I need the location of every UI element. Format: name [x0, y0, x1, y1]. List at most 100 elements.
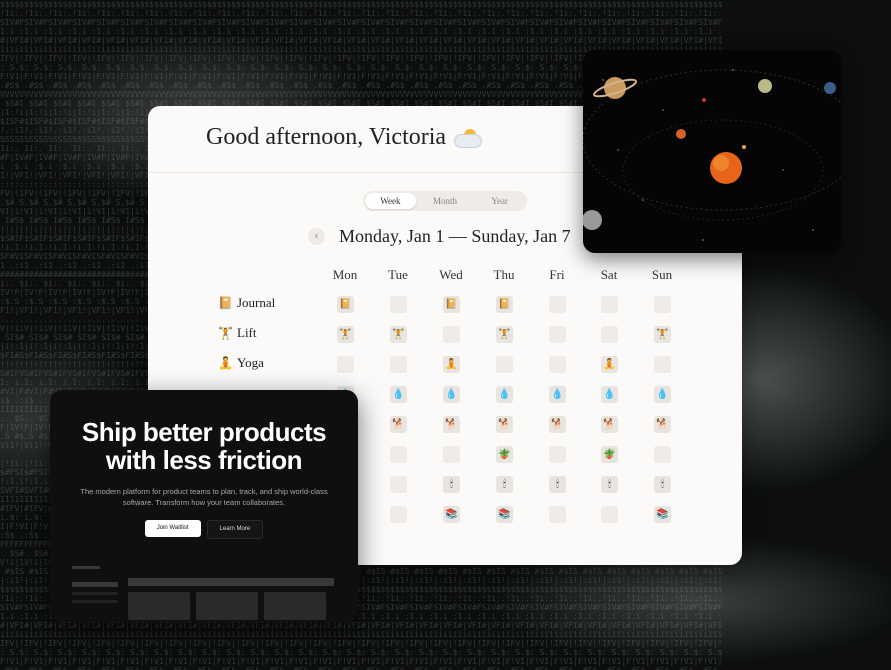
habit-cell[interactable]	[654, 296, 671, 313]
habit-cell[interactable]	[390, 356, 407, 373]
greeting-heading: Good afternoon, Victoria	[206, 124, 483, 151]
habit-cell[interactable]: 📔	[443, 296, 460, 313]
day-header-wed: Wed	[439, 267, 463, 282]
learn-more-button[interactable]: Learn More	[206, 520, 264, 539]
habit-cell[interactable]: 📔	[496, 296, 513, 313]
mars-icon	[676, 129, 686, 139]
habit-label-yoga: 🧘 Yoga	[218, 355, 264, 371]
habit-cell[interactable]: 💧	[654, 386, 671, 403]
mock-toolbar	[128, 578, 334, 586]
habit-cell[interactable]: 🕯	[654, 476, 671, 493]
habit-cell[interactable]	[549, 296, 566, 313]
habit-cell[interactable]: 🏋	[496, 326, 513, 343]
hero-subline: The modern platform for product teams to…	[70, 486, 338, 508]
habit-cell[interactable]	[390, 506, 407, 523]
habit-cell[interactable]: 🧘	[601, 356, 618, 373]
habit-cell[interactable]	[601, 296, 618, 313]
tab-week[interactable]: Week	[365, 193, 416, 209]
habit-cell[interactable]: 🐕	[496, 416, 513, 433]
day-header-fri: Fri	[549, 267, 565, 282]
cta-buttons: Join Waitlist Learn More	[50, 520, 358, 539]
previous-week-button[interactable]: ‹	[308, 228, 325, 245]
habit-cell[interactable]	[549, 446, 566, 463]
habit-cell[interactable]	[390, 476, 407, 493]
habit-cell[interactable]: 🐕	[601, 416, 618, 433]
day-header-sun: Sun	[651, 267, 673, 282]
planets-illustration	[583, 69, 841, 230]
mock-panel-2	[196, 592, 258, 620]
subline-line-2: software. Transform how your team collab…	[122, 498, 286, 507]
mock-sidebar-item	[72, 582, 118, 587]
habit-cell[interactable]: 📚	[496, 506, 513, 523]
solar-system-image	[583, 50, 841, 253]
habit-cell[interactable]: 📚	[654, 506, 671, 523]
habit-cell[interactable]	[496, 356, 513, 373]
habit-cell[interactable]: 🐕	[654, 416, 671, 433]
day-header-mon: Mon	[332, 267, 358, 282]
habit-cell[interactable]	[549, 506, 566, 523]
hero-headline: Ship better products with less friction	[50, 418, 358, 474]
habit-cell[interactable]: 💧	[601, 386, 618, 403]
habit-cell[interactable]	[337, 356, 354, 373]
partly-cloudy-icon	[454, 128, 483, 148]
date-range-label: Monday, Jan 1 — Sunday, Jan 7	[339, 226, 571, 246]
habit-cell[interactable]: 💧	[549, 386, 566, 403]
habit-cell[interactable]: 🕯	[443, 476, 460, 493]
habit-cell[interactable]: 🏋	[654, 326, 671, 343]
habit-cell[interactable]: 🕯	[549, 476, 566, 493]
habit-icon: 🏋	[218, 325, 233, 340]
habit-cell[interactable]: 🪴	[496, 446, 513, 463]
day-header-tue: Tue	[388, 267, 408, 282]
habit-cell[interactable]	[654, 356, 671, 373]
habit-cell[interactable]: 🐕	[443, 416, 460, 433]
mock-sidebar-item-3	[72, 600, 118, 603]
join-waitlist-button[interactable]: Join Waitlist	[144, 520, 201, 537]
mock-panel-1	[128, 592, 190, 620]
habit-name: Lift	[237, 325, 257, 340]
habit-cell[interactable]: 🕯	[601, 476, 618, 493]
habit-cell[interactable]	[549, 356, 566, 373]
habit-cell[interactable]	[601, 506, 618, 523]
headline-line-2: with less friction	[105, 445, 303, 475]
tab-year[interactable]: Year	[474, 193, 525, 209]
moon-icon	[583, 210, 602, 230]
view-switcher: Week Month Year	[363, 191, 527, 211]
habit-cell[interactable]: 🪴	[601, 446, 618, 463]
headline-line-1: Ship better products	[81, 417, 327, 447]
habit-cell[interactable]	[549, 326, 566, 343]
habit-label-lift: 🏋 Lift	[218, 325, 257, 341]
habit-cell[interactable]	[443, 446, 460, 463]
habit-cell[interactable]: 💧	[496, 386, 513, 403]
tab-month[interactable]: Month	[420, 193, 471, 209]
habit-cell[interactable]: 📚	[443, 506, 460, 523]
habit-label-journal: 📔 Journal	[218, 295, 275, 311]
habit-cell[interactable]	[443, 326, 460, 343]
habit-cell[interactable]	[390, 296, 407, 313]
habit-cell[interactable]: 📔	[337, 296, 354, 313]
subline-line-1: The modern platform for product teams to…	[80, 487, 328, 496]
mercury-icon	[702, 98, 706, 102]
habit-cell[interactable]: 🐕	[390, 416, 407, 433]
habit-cell[interactable]: 💧	[443, 386, 460, 403]
venus-icon	[742, 145, 746, 149]
habit-cell[interactable]: 💧	[390, 386, 407, 403]
habit-name: Yoga	[237, 355, 264, 370]
day-header-thu: Thu	[493, 267, 515, 282]
habit-icon: 📔	[218, 295, 233, 310]
mock-logo	[72, 566, 100, 569]
habit-cell[interactable]: 🕯	[496, 476, 513, 493]
habit-cell[interactable]	[601, 326, 618, 343]
uranus-icon	[758, 79, 772, 93]
neptune-icon	[824, 82, 836, 94]
habit-cell[interactable]: 🏋	[390, 326, 407, 343]
habit-cell[interactable]: 🏋	[337, 326, 354, 343]
mock-sidebar-item-2	[72, 592, 118, 595]
habit-cell[interactable]: 🧘	[443, 356, 460, 373]
day-header-sat: Sat	[600, 267, 618, 282]
habit-cell[interactable]	[390, 446, 407, 463]
habit-cell[interactable]	[654, 446, 671, 463]
date-range-row: ‹ Monday, Jan 1 — Sunday, Jan 7	[308, 226, 571, 247]
app-preview-mockup	[72, 562, 336, 622]
habit-icon: 🧘	[218, 355, 233, 370]
habit-cell[interactable]: 🐕	[549, 416, 566, 433]
